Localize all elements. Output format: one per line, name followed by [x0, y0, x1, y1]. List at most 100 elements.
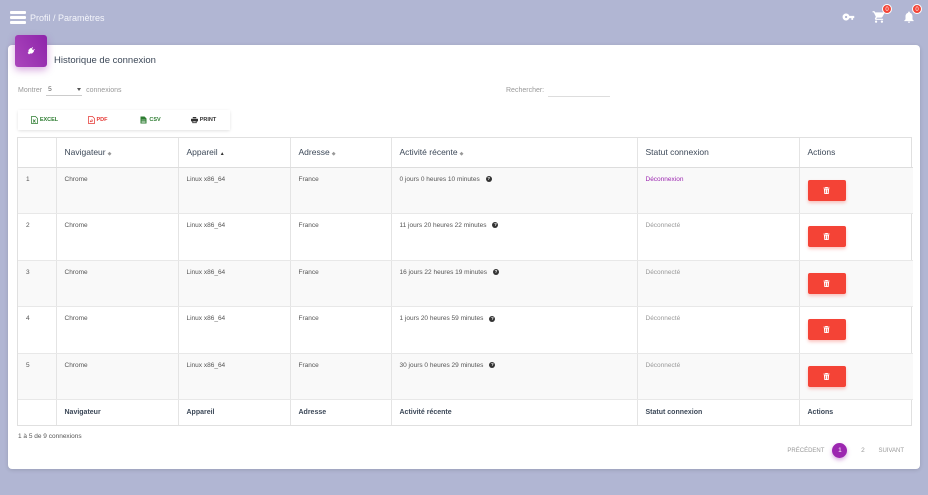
cell-device: Linux x86_64 [178, 167, 291, 215]
page-length-value: 5 [48, 86, 52, 93]
row-number: 5 [18, 353, 57, 401]
page-length-select[interactable]: 5 [46, 84, 83, 96]
cell-address: France [290, 306, 392, 354]
trash-icon [823, 233, 830, 241]
page-1-button[interactable]: 1 [832, 443, 848, 458]
cell-device: Linux x86_64 [178, 260, 291, 308]
table-header-row: Navigateur ◆ Appareil ▲ Adresse ◆ Activité … [18, 138, 913, 168]
pagination-previous[interactable]: Précédent [787, 448, 824, 454]
cell-browser: Chrome [56, 260, 179, 308]
card-header-icon [15, 35, 47, 67]
row-number: 1 [18, 167, 57, 215]
notification-badge: 0 [912, 4, 922, 14]
delete-button[interactable] [807, 179, 846, 201]
cell-status: Déconnecté [637, 353, 800, 401]
cell-status: Déconnexion [637, 167, 800, 215]
row-number: 2 [18, 213, 57, 261]
cell-address: France [290, 353, 392, 401]
trash-icon [823, 186, 830, 194]
column-header-status: Statut connexion [637, 138, 800, 168]
plug-icon [27, 47, 35, 55]
cell-activity: 11 jours 20 heures 22 minutes? [391, 213, 638, 261]
sort-asc-icon: ▲ [219, 151, 225, 158]
cell-address: France [290, 167, 392, 215]
cell-actions [799, 353, 913, 401]
footer-address: Adresse [290, 399, 392, 425]
delete-button[interactable] [807, 272, 846, 294]
column-header-number [18, 138, 57, 168]
row-number: 4 [18, 306, 57, 354]
cell-browser: Chrome [56, 167, 179, 215]
column-header-address[interactable]: Adresse ◆ [290, 138, 392, 168]
delete-button[interactable] [807, 226, 846, 248]
footer-browser: Navigateur [56, 399, 179, 425]
cell-browser: Chrome [56, 306, 179, 354]
trash-icon [823, 372, 830, 380]
status-text: Déconnecté [645, 315, 681, 323]
cell-actions [799, 260, 913, 308]
status-text: Déconnecté [645, 222, 681, 230]
cell-activity: 30 jours 0 heures 29 minutes? [391, 353, 638, 401]
column-header-browser[interactable]: Navigateur ◆ [56, 138, 179, 168]
status-text: Déconnecté [645, 361, 681, 369]
delete-button[interactable] [807, 319, 846, 341]
show-suffix-label: connexions [86, 86, 122, 94]
key-icon[interactable] [842, 10, 856, 24]
menu-icon[interactable] [10, 11, 26, 24]
table-row: 2 Chrome Linux x86_64 France 11 jours 20… [18, 213, 913, 261]
pagination-next[interactable]: Suivant [878, 448, 904, 454]
cell-address: France [290, 260, 392, 308]
delete-button[interactable] [807, 365, 846, 387]
sort-icon: ◆ [331, 151, 336, 158]
export-pdf-button[interactable]: PDF [71, 110, 124, 130]
page-2-button[interactable]: 2 [855, 443, 870, 458]
search-control: Rechercher: [506, 84, 611, 97]
table-footer-row: Navigateur Appareil Adresse Activité réc… [18, 399, 913, 425]
cart-icon[interactable]: 0 [872, 4, 892, 24]
cell-device: Linux x86_64 [178, 306, 291, 354]
cell-browser: Chrome [56, 353, 179, 401]
top-icons: 0 0 [842, 4, 922, 24]
table-row: 5 Chrome Linux x86_64 France 30 jours 0 … [18, 353, 913, 401]
card-title: Historique de connexion [54, 55, 156, 66]
cell-browser: Chrome [56, 213, 179, 261]
sort-icon: ◆ [107, 151, 112, 158]
export-excel-label: Excel [39, 117, 59, 123]
search-label: Rechercher: [506, 87, 545, 94]
print-button[interactable]: Print [177, 110, 230, 130]
export-excel-button[interactable]: Excel [18, 110, 71, 130]
help-icon[interactable]: ? [492, 268, 499, 275]
column-header-activity[interactable]: Activité récente ◆ [391, 138, 638, 168]
chevron-down-icon [77, 88, 82, 91]
cell-actions [799, 167, 913, 215]
csv-file-icon [140, 116, 147, 124]
help-icon[interactable]: ? [485, 175, 492, 182]
login-history-table: Navigateur ◆ Appareil ▲ Adresse ◆ Activité … [17, 137, 913, 426]
bell-icon[interactable]: 0 [902, 4, 922, 24]
cell-status: Déconnecté [637, 306, 800, 354]
footer-status: Statut connexion [637, 399, 800, 425]
excel-file-icon [30, 116, 38, 124]
table-row: 3 Chrome Linux x86_64 France 16 jours 22… [18, 260, 913, 308]
export-csv-label: CSV [149, 117, 161, 123]
pagination: Précédent 1 2 Suivant [787, 443, 904, 458]
column-header-device[interactable]: Appareil ▲ [178, 138, 291, 168]
help-icon[interactable]: ? [489, 362, 496, 369]
footer-activity: Activité récente [391, 399, 638, 425]
logout-link[interactable]: Déconnexion [646, 176, 684, 183]
trash-icon [823, 279, 830, 287]
row-number: 3 [18, 260, 57, 308]
help-icon[interactable]: ? [489, 315, 496, 322]
export-csv-button[interactable]: CSV [124, 110, 177, 130]
search-input[interactable] [548, 84, 611, 97]
cell-device: Linux x86_64 [178, 353, 291, 401]
cell-activity: 1 jours 20 heures 59 minutes? [391, 306, 638, 354]
cell-address: France [290, 213, 392, 261]
cell-device: Linux x86_64 [178, 213, 291, 261]
export-toolbar: Excel PDF CSV Print [18, 110, 230, 130]
table-row: 1 Chrome Linux x86_64 France 0 jours 0 h… [18, 167, 913, 215]
pdf-file-icon [87, 116, 95, 124]
footer-actions: Actions [807, 409, 834, 417]
cell-status: Déconnecté [637, 260, 800, 308]
help-icon[interactable]: ? [492, 222, 499, 229]
